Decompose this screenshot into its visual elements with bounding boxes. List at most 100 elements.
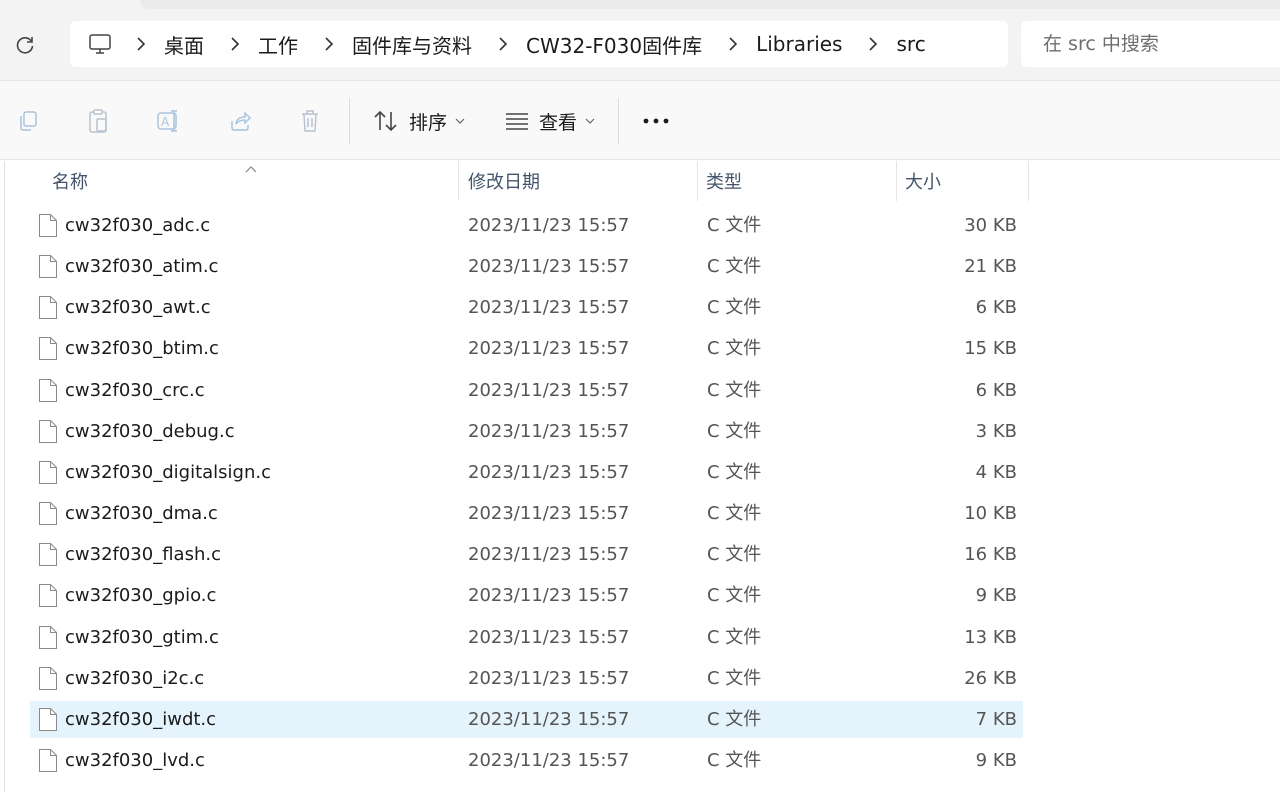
column-date[interactable]: 修改日期 bbox=[468, 161, 697, 201]
search-input[interactable] bbox=[1041, 32, 1275, 56]
breadcrumb-item[interactable]: src bbox=[856, 21, 939, 67]
file-row[interactable]: cw32f030_awt.c 2023/11/23 15:57 C 文件 6 KB bbox=[30, 289, 1023, 326]
file-modified-date: 2023/11/23 15:57 bbox=[468, 585, 630, 607]
breadcrumb-item[interactable]: 固件库与资料 bbox=[312, 21, 486, 67]
command-bar: A 排序 查看 bbox=[0, 80, 1280, 160]
search-box[interactable] bbox=[1021, 21, 1280, 67]
chevron-down-icon bbox=[455, 118, 465, 124]
paste-icon[interactable] bbox=[80, 103, 116, 139]
this-pc-icon[interactable] bbox=[76, 21, 124, 67]
breadcrumb-label[interactable]: 工作 bbox=[252, 30, 312, 59]
file-name[interactable]: cw32f030_crc.c bbox=[65, 372, 205, 409]
file-icon bbox=[38, 336, 58, 365]
file-size: 9 KB bbox=[975, 585, 1017, 607]
breadcrumb-label[interactable]: 固件库与资料 bbox=[346, 30, 486, 59]
file-modified-date: 2023/11/23 15:57 bbox=[468, 379, 630, 401]
file-name[interactable]: cw32f030_lvd.c bbox=[65, 742, 205, 779]
file-type: C 文件 bbox=[707, 379, 762, 401]
refresh-button[interactable] bbox=[10, 30, 40, 60]
breadcrumb-item[interactable]: CW32-F030固件库 bbox=[486, 21, 716, 67]
file-row[interactable]: cw32f030_btim.c 2023/11/23 15:57 C 文件 15 KB bbox=[30, 330, 1023, 367]
file-row[interactable]: cw32f030_gpio.c 2023/11/23 15:57 C 文件 9 KB bbox=[30, 577, 1023, 614]
column-size[interactable]: 大小 bbox=[905, 161, 1028, 201]
file-row[interactable]: cw32f030_i2c.c 2023/11/23 15:57 C 文件 26 KB bbox=[30, 660, 1023, 697]
chevron-right-icon[interactable] bbox=[856, 37, 890, 51]
file-row[interactable]: cw32f030_dma.c 2023/11/23 15:57 C 文件 10 KB bbox=[30, 495, 1023, 532]
view-button[interactable]: 查看 bbox=[505, 101, 595, 141]
file-size: 6 KB bbox=[975, 297, 1017, 319]
file-name[interactable]: cw32f030_digitalsign.c bbox=[65, 454, 271, 491]
more-options-button[interactable] bbox=[636, 103, 676, 139]
file-name[interactable]: cw32f030_dma.c bbox=[65, 495, 218, 532]
file-name[interactable]: cw32f030_awt.c bbox=[65, 289, 211, 326]
chevron-right-icon[interactable] bbox=[124, 37, 158, 51]
column-divider[interactable] bbox=[697, 161, 698, 201]
file-row[interactable]: cw32f030_debug.c 2023/11/23 15:57 C 文件 3 KB bbox=[30, 413, 1023, 450]
file-size: 10 KB bbox=[964, 503, 1017, 525]
column-header-row: 名称 修改日期 类型 大小 bbox=[0, 161, 1030, 201]
breadcrumb-label[interactable]: Libraries bbox=[750, 32, 856, 56]
file-name[interactable]: cw32f030_atim.c bbox=[65, 248, 218, 285]
file-name[interactable]: cw32f030_flash.c bbox=[65, 536, 221, 573]
file-type: C 文件 bbox=[707, 420, 762, 442]
file-type: C 文件 bbox=[707, 297, 762, 319]
chevron-right-icon[interactable] bbox=[716, 37, 750, 51]
file-type: C 文件 bbox=[707, 503, 762, 525]
pane-divider bbox=[4, 161, 5, 792]
breadcrumb-item[interactable]: 工作 bbox=[218, 21, 312, 67]
file-modified-date: 2023/11/23 15:57 bbox=[468, 297, 630, 319]
breadcrumb-label[interactable]: 桌面 bbox=[158, 30, 218, 59]
file-icon bbox=[38, 625, 58, 654]
share-icon[interactable] bbox=[222, 103, 258, 139]
breadcrumb-item[interactable]: Libraries bbox=[716, 21, 856, 67]
file-name[interactable]: cw32f030_i2c.c bbox=[65, 660, 204, 697]
file-modified-date: 2023/11/23 15:57 bbox=[468, 544, 630, 566]
separator bbox=[349, 98, 350, 144]
delete-icon[interactable] bbox=[292, 103, 328, 139]
file-row[interactable]: cw32f030_iwdt.c 2023/11/23 15:57 C 文件 7 KB bbox=[30, 700, 1023, 738]
column-divider[interactable] bbox=[458, 161, 459, 201]
file-row[interactable]: cw32f030_flash.c 2023/11/23 15:57 C 文件 16 K… bbox=[30, 536, 1023, 573]
file-name[interactable]: cw32f030_adc.c bbox=[65, 207, 210, 244]
file-name[interactable]: cw32f030_btim.c bbox=[65, 330, 219, 367]
column-type-label: 类型 bbox=[706, 172, 742, 193]
copy-icon[interactable] bbox=[10, 103, 46, 139]
breadcrumb-label[interactable]: src bbox=[890, 32, 939, 56]
chevron-right-icon[interactable] bbox=[312, 37, 346, 51]
file-row[interactable]: cw32f030_gtim.c 2023/11/23 15:57 C 文件 13 KB bbox=[30, 619, 1023, 656]
file-modified-date: 2023/11/23 15:57 bbox=[468, 749, 630, 771]
file-modified-date: 2023/11/23 15:57 bbox=[468, 503, 630, 525]
sort-button[interactable]: 排序 bbox=[373, 101, 465, 141]
file-icon bbox=[38, 748, 58, 777]
file-size: 13 KB bbox=[964, 626, 1017, 648]
file-row[interactable]: cw32f030_digitalsign.c 2023/11/23 15:57 C … bbox=[30, 454, 1023, 491]
rename-icon[interactable]: A bbox=[151, 103, 187, 139]
column-type[interactable]: 类型 bbox=[706, 161, 896, 201]
chevron-right-icon[interactable] bbox=[486, 37, 520, 51]
file-row[interactable]: cw32f030_crc.c 2023/11/23 15:57 C 文件 6 KB bbox=[30, 372, 1023, 409]
breadcrumb-item[interactable]: 桌面 bbox=[124, 21, 218, 67]
file-row[interactable]: cw32f030_adc.c 2023/11/23 15:57 C 文件 30 KB bbox=[30, 207, 1023, 244]
column-name[interactable]: 名称 bbox=[52, 161, 458, 201]
file-type: C 文件 bbox=[707, 708, 762, 730]
address-row: 桌面 工作 固件库与资料 CW32-F030固件库 Libraries src bbox=[0, 10, 1280, 80]
file-icon bbox=[38, 542, 58, 571]
file-name[interactable]: cw32f030_iwdt.c bbox=[65, 701, 216, 738]
file-name[interactable]: cw32f030_gtim.c bbox=[65, 619, 219, 656]
file-icon bbox=[38, 213, 58, 242]
file-type: C 文件 bbox=[707, 585, 762, 607]
chevron-right-icon[interactable] bbox=[218, 37, 252, 51]
file-icon bbox=[38, 378, 58, 407]
file-row[interactable]: cw32f030_lvd.c 2023/11/23 15:57 C 文件 9 KB bbox=[30, 742, 1023, 779]
column-divider[interactable] bbox=[896, 161, 897, 201]
file-row[interactable]: cw32f030_atim.c 2023/11/23 15:57 C 文件 21 KB bbox=[30, 248, 1023, 285]
column-divider[interactable] bbox=[1028, 161, 1029, 201]
view-list-icon bbox=[506, 113, 528, 130]
address-bar[interactable]: 桌面 工作 固件库与资料 CW32-F030固件库 Libraries src bbox=[70, 21, 1008, 67]
file-type: C 文件 bbox=[707, 338, 762, 360]
file-name[interactable]: cw32f030_debug.c bbox=[65, 413, 235, 450]
chevron-down-icon bbox=[585, 118, 595, 124]
breadcrumb-label[interactable]: CW32-F030固件库 bbox=[520, 30, 716, 59]
file-name[interactable]: cw32f030_gpio.c bbox=[65, 577, 216, 614]
column-name-label: 名称 bbox=[52, 172, 88, 193]
